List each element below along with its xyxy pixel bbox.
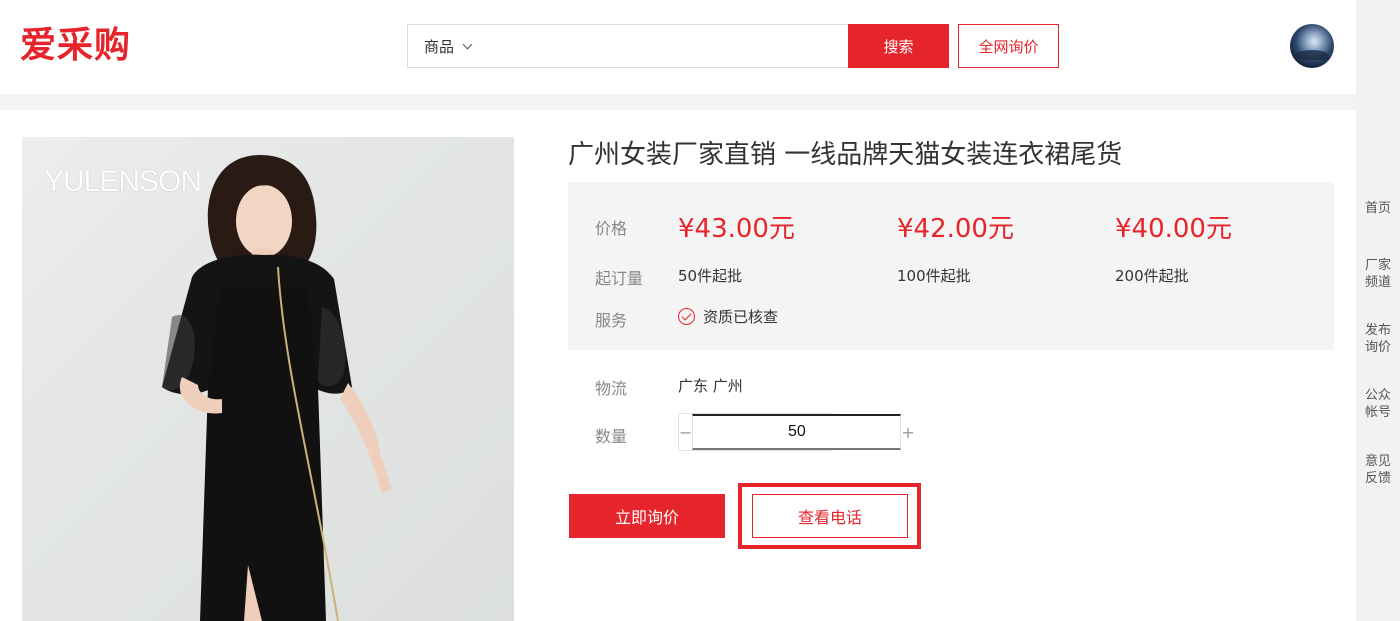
- price-tier-3: ¥40.00元: [1115, 214, 1232, 244]
- moq-label: 起订量: [595, 269, 644, 288]
- sidebar-item-label: 询价: [1364, 340, 1391, 355]
- service-label: 服务: [595, 311, 628, 330]
- quantity-decrease-button[interactable]: −: [679, 414, 693, 450]
- service-badge: 资质已核查: [678, 306, 778, 327]
- model-illustration: [162, 155, 392, 621]
- header-divider: [0, 94, 1356, 110]
- sidebar-item-official-account[interactable]: 公众 帐号: [1356, 387, 1400, 421]
- quote-all-button[interactable]: 全网询价: [958, 24, 1059, 68]
- quantity-stepper: − +: [678, 413, 915, 451]
- chevron-down-icon: [462, 39, 473, 49]
- header: 爱采购 商品 搜索 全网询价: [0, 0, 1356, 94]
- price-tier-1: ¥43.00元: [678, 214, 795, 244]
- sidebar-item-post-inquiry[interactable]: 发布 询价: [1356, 322, 1400, 356]
- search-category-label: 商品: [424, 37, 455, 56]
- sidebar-item-factory-channel[interactable]: 厂家 频道: [1356, 257, 1400, 291]
- moq-tier-1: 50件起批: [678, 267, 743, 285]
- avatar[interactable]: [1290, 24, 1334, 68]
- sidebar-item-label: 首页: [1364, 201, 1391, 216]
- sidebar-item-label: 厂家: [1364, 258, 1391, 273]
- search-category-select[interactable]: 商品: [408, 25, 488, 67]
- quantity-label: 数量: [595, 427, 628, 446]
- search-bar: 商品 搜索: [407, 24, 949, 68]
- service-value: 资质已核查: [703, 308, 779, 326]
- logistics-value: 广东 广州: [678, 377, 743, 395]
- sidebar-item-feedback[interactable]: 意见 反馈: [1356, 453, 1400, 487]
- moq-tier-3: 200件起批: [1115, 267, 1189, 285]
- inquire-now-button[interactable]: 立即询价: [569, 494, 725, 538]
- sidebar-item-label: 反馈: [1364, 471, 1391, 486]
- logistics-label: 物流: [595, 379, 628, 398]
- search-input[interactable]: [488, 25, 848, 67]
- sidebar-item-label: 意见: [1364, 454, 1391, 469]
- sidebar-item-label: 帐号: [1364, 405, 1391, 420]
- price-tier-2: ¥42.00元: [897, 214, 1014, 244]
- price-panel: 价格 ¥43.00元 ¥42.00元 ¥40.00元 起订量 50件起批 100…: [568, 182, 1334, 350]
- quantity-input[interactable]: [692, 414, 902, 450]
- product-image[interactable]: YULENSON: [22, 137, 514, 621]
- logo[interactable]: 爱采购: [20, 24, 131, 68]
- quantity-increase-button[interactable]: +: [901, 414, 915, 450]
- price-label: 价格: [595, 219, 628, 238]
- right-sidebar: 首页 厂家 频道 发布 询价 公众 帐号 意见 反馈: [1356, 0, 1400, 621]
- moq-tier-2: 100件起批: [897, 267, 971, 285]
- sidebar-item-label: 发布: [1364, 323, 1391, 338]
- sidebar-item-home[interactable]: 首页: [1356, 200, 1400, 217]
- sidebar-item-label: 频道: [1364, 275, 1391, 290]
- search-button[interactable]: 搜索: [848, 24, 949, 68]
- sidebar-item-label: 公众: [1364, 388, 1391, 403]
- product-title: 广州女装厂家直销 一线品牌天猫女装连衣裙尾货: [568, 140, 1123, 170]
- check-circle-icon: [678, 308, 695, 325]
- view-phone-button[interactable]: 查看电话: [752, 494, 908, 538]
